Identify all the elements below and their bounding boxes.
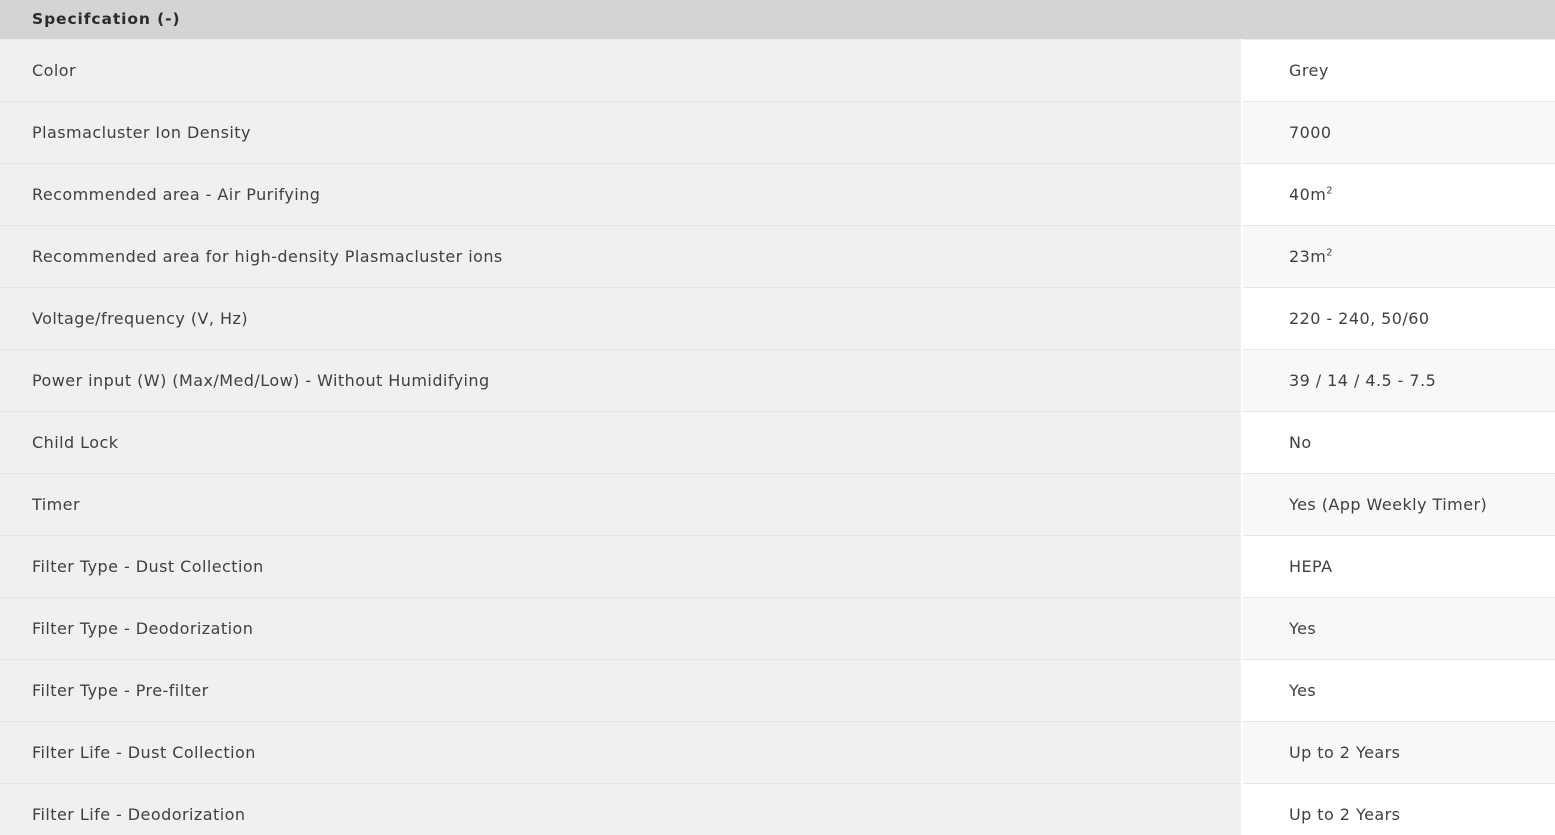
specification-header-band[interactable]: Specifcation (-) xyxy=(0,0,1555,39)
spec-label-cell: Voltage/frequency (V, Hz) xyxy=(0,287,1243,350)
spec-label-cell: Color xyxy=(0,39,1243,102)
spec-label-cell: Power input (W) (Max/Med/Low) - Without … xyxy=(0,349,1243,412)
spec-label-cell: Recommended area for high-density Plasma… xyxy=(0,225,1243,288)
table-row: Voltage/frequency (V, Hz) 220 - 240, 50/6… xyxy=(0,287,1555,350)
spec-label-cell: Filter Type - Dust Collection xyxy=(0,535,1243,598)
spec-label-cell: Filter Type - Deodorization xyxy=(0,597,1243,660)
spec-value-cell: Yes xyxy=(1242,659,1555,722)
spec-value-cell: HEPA xyxy=(1242,535,1555,598)
table-row: Timer Yes (App Weekly Timer) xyxy=(0,473,1555,536)
table-row: Recommended area - Air Purifying 40m2 xyxy=(0,163,1555,226)
spec-label-cell: Filter Life - Dust Collection xyxy=(0,721,1243,784)
table-row: Filter Life - Dust Collection Up to 2 Yea… xyxy=(0,721,1555,784)
table-row: Plasmacluster Ion Density 7000 xyxy=(0,101,1555,164)
spec-value-cell: Yes (App Weekly Timer) xyxy=(1242,473,1555,536)
spec-value-cell: No xyxy=(1242,411,1555,474)
table-row: Power input (W) (Max/Med/Low) - Without … xyxy=(0,349,1555,412)
spec-value-cell: 40m2 xyxy=(1242,163,1555,226)
spec-label-cell: Child Lock xyxy=(0,411,1243,474)
spec-value-text: 23m xyxy=(1289,247,1327,266)
spec-value-cell: Up to 2 Years xyxy=(1242,783,1555,835)
spec-value-cell: Grey xyxy=(1242,39,1555,102)
specification-panel: Specifcation (-) Color Grey Plasmacluster … xyxy=(0,0,1555,835)
spec-label-cell: Filter Life - Deodorization xyxy=(0,783,1243,835)
specification-table-body: Color Grey Plasmacluster Ion Density 7000 Re… xyxy=(0,39,1555,835)
spec-value-cell: 220 - 240, 50/60 xyxy=(1242,287,1555,350)
spec-value-superscript: 2 xyxy=(1326,185,1333,197)
table-row: Child Lock No xyxy=(0,411,1555,474)
spec-label-cell: Recommended area - Air Purifying xyxy=(0,163,1243,226)
spec-label-cell: Filter Type - Pre-filter xyxy=(0,659,1243,722)
spec-label-cell: Timer xyxy=(0,473,1243,536)
spec-value-cell: Up to 2 Years xyxy=(1242,721,1555,784)
spec-value-cell: Yes xyxy=(1242,597,1555,660)
spec-value-cell: 7000 xyxy=(1242,101,1555,164)
specification-table: Color Grey Plasmacluster Ion Density 7000 Re… xyxy=(0,39,1555,835)
table-row: Recommended area for high-density Plasma… xyxy=(0,225,1555,288)
table-row: Filter Type - Deodorization Yes xyxy=(0,597,1555,660)
spec-label-cell: Plasmacluster Ion Density xyxy=(0,101,1243,164)
spec-value-cell: 23m2 xyxy=(1242,225,1555,288)
spec-value-cell: 39 / 14 / 4.5 - 7.5 xyxy=(1242,349,1555,412)
spec-value-text: 40m xyxy=(1289,185,1327,204)
table-row: Color Grey xyxy=(0,39,1555,102)
table-row: Filter Life - Deodorization Up to 2 Years xyxy=(0,783,1555,835)
page-title: Specifcation (-) xyxy=(32,9,181,28)
table-row: Filter Type - Dust Collection HEPA xyxy=(0,535,1555,598)
table-row: Filter Type - Pre-filter Yes xyxy=(0,659,1555,722)
spec-value-superscript: 2 xyxy=(1326,247,1333,259)
